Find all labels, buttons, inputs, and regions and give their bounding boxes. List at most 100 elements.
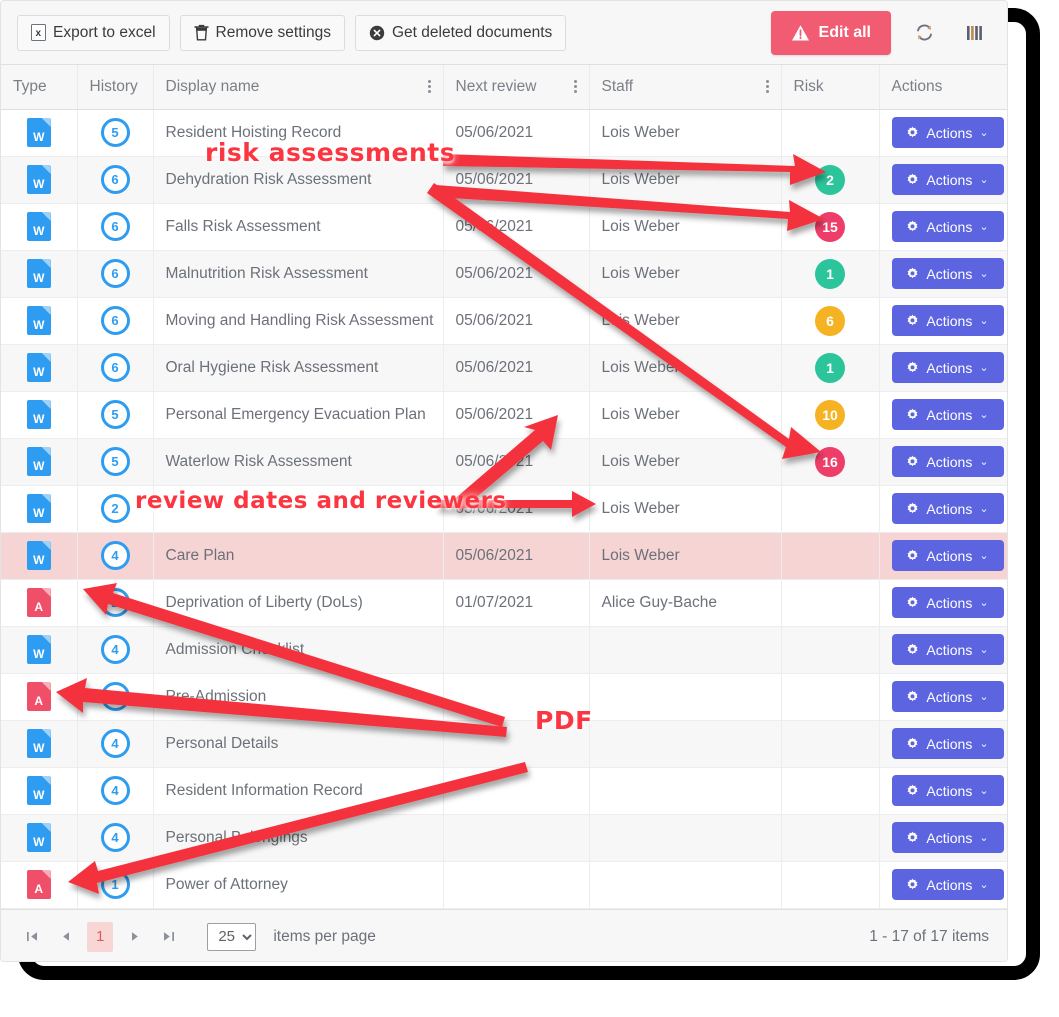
export-to-excel-button[interactable]: x Export to excel <box>17 14 170 51</box>
cell-history: 4 <box>77 814 154 862</box>
history-count-badge[interactable]: 6 <box>100 353 130 382</box>
history-count-badge[interactable]: 4 <box>100 635 130 664</box>
row-actions-button[interactable]: Actions ⌄ <box>891 446 1004 477</box>
last-page-button[interactable] <box>155 924 181 950</box>
table-row[interactable]: W 4 Resident Information Record Actions ⌄ <box>1 767 1007 815</box>
word-file-icon[interactable]: W <box>26 494 51 523</box>
column-header-history[interactable]: History <box>77 65 154 110</box>
row-actions-button[interactable]: Actions ⌄ <box>891 164 1004 195</box>
table-row[interactable]: W 5 Personal Emergency Evacuation Plan 05/0… <box>1 391 1007 439</box>
table-row[interactable]: W 4 Personal Details Actions ⌄ <box>1 720 1007 768</box>
refresh-button[interactable] <box>907 16 941 50</box>
table-row[interactable]: W 2 05/06/2021 Lois Weber Actions ⌄ <box>1 485 1007 533</box>
word-file-icon[interactable]: W <box>26 729 51 758</box>
page-number-1[interactable]: 1 <box>87 921 114 952</box>
cell-type: W <box>1 203 78 251</box>
history-count-badge[interactable]: 6 <box>100 212 130 241</box>
word-file-icon[interactable]: W <box>26 259 51 288</box>
cell-staff: Lois Weber <box>589 156 782 204</box>
pdf-file-icon[interactable]: A <box>26 870 51 899</box>
table-row[interactable]: W 6 Dehydration Risk Assessment 05/06/2021 L… <box>1 156 1007 204</box>
row-actions-label: Actions <box>926 312 973 329</box>
history-count-badge[interactable]: 5 <box>100 400 130 429</box>
history-count-badge[interactable]: 4 <box>100 541 130 570</box>
table-row[interactable]: A 1 Power of Attorney Actions ⌄ <box>1 861 1007 909</box>
table-row[interactable]: W 4 Personal Belongings Actions ⌄ <box>1 814 1007 862</box>
table-row[interactable]: W 4 Care Plan 05/06/2021 Lois Weber Actions ⌄ <box>1 532 1007 580</box>
row-actions-button[interactable]: Actions ⌄ <box>891 634 1004 665</box>
pdf-file-icon[interactable]: A <box>26 588 51 617</box>
word-file-icon[interactable]: W <box>26 400 51 429</box>
remove-settings-button[interactable]: Remove settings <box>179 14 345 51</box>
risk-score-badge: 1 <box>815 352 845 383</box>
grid-pager: 1 25 items per page 1 - 17 of 17 items <box>1 908 1007 961</box>
word-file-icon[interactable]: W <box>26 447 51 476</box>
history-count-badge[interactable]: 4 <box>100 776 130 805</box>
word-file-icon[interactable]: W <box>26 823 51 852</box>
table-row[interactable]: W 5 Resident Hoisting Record 05/06/2021 Lois… <box>1 109 1007 157</box>
history-count-badge[interactable]: 5 <box>100 447 130 476</box>
table-row[interactable]: W 4 Admission Checklist Actions ⌄ <box>1 626 1007 674</box>
row-actions-button[interactable]: Actions ⌄ <box>891 540 1004 571</box>
word-file-icon[interactable]: W <box>26 541 51 570</box>
row-actions-button[interactable]: Actions ⌄ <box>891 258 1004 289</box>
edit-all-button[interactable]: Edit all <box>770 10 891 55</box>
table-row[interactable]: A 1 Pre-Admission Actions ⌄ <box>1 673 1007 721</box>
column-header-type[interactable]: Type <box>1 65 78 110</box>
cell-staff: Lois Weber <box>589 250 782 298</box>
word-file-icon[interactable]: W <box>26 776 51 805</box>
column-chooser-button[interactable] <box>957 16 991 50</box>
row-actions-button[interactable]: Actions ⌄ <box>891 822 1004 853</box>
history-count-badge[interactable]: 5 <box>100 118 130 147</box>
history-count-badge[interactable]: 6 <box>100 306 130 335</box>
column-header-staff[interactable]: Staff <box>589 65 782 110</box>
row-actions-button[interactable]: Actions ⌄ <box>891 681 1004 712</box>
row-actions-button[interactable]: Actions ⌄ <box>891 728 1004 759</box>
column-menu-icon[interactable] <box>765 78 769 95</box>
word-file-icon[interactable]: W <box>26 118 51 147</box>
pdf-file-icon[interactable]: A <box>26 682 51 711</box>
history-count-badge[interactable]: 2 <box>100 588 130 617</box>
row-actions-button[interactable]: Actions ⌄ <box>891 117 1004 148</box>
history-count-badge[interactable]: 2 <box>100 494 130 523</box>
table-row[interactable]: W 6 Oral Hygiene Risk Assessment 05/06/2021… <box>1 344 1007 392</box>
column-header-risk[interactable]: Risk <box>781 65 880 110</box>
word-file-icon[interactable]: W <box>26 635 51 664</box>
table-row[interactable]: W 5 Waterlow Risk Assessment 05/06/2021 Lois… <box>1 438 1007 486</box>
column-menu-icon[interactable] <box>573 78 577 95</box>
table-row[interactable]: A 2 Deprivation of Liberty (DoLs) 01/07/202… <box>1 579 1007 627</box>
history-count-badge[interactable]: 4 <box>100 729 130 758</box>
gear-icon <box>906 173 919 186</box>
row-actions-button[interactable]: Actions ⌄ <box>891 211 1004 242</box>
column-header-next-review[interactable]: Next review <box>443 65 590 110</box>
cell-history: 6 <box>77 250 154 298</box>
history-count-badge[interactable]: 6 <box>100 165 130 194</box>
page-size-select[interactable]: 25 <box>207 922 257 951</box>
word-file-icon[interactable]: W <box>26 306 51 335</box>
row-actions-button[interactable]: Actions ⌄ <box>891 869 1004 900</box>
table-row[interactable]: W 6 Moving and Handling Risk Assessment 05/… <box>1 297 1007 345</box>
first-page-button[interactable] <box>19 924 45 950</box>
word-file-icon[interactable]: W <box>26 353 51 382</box>
row-actions-button[interactable]: Actions ⌄ <box>891 352 1004 383</box>
word-file-icon[interactable]: W <box>26 165 51 194</box>
history-count-badge[interactable]: 1 <box>100 870 130 899</box>
history-count-badge[interactable]: 6 <box>100 259 130 288</box>
table-row[interactable]: W 6 Falls Risk Assessment 05/06/2021 Lois We… <box>1 203 1007 251</box>
row-actions-button[interactable]: Actions ⌄ <box>891 493 1004 524</box>
row-actions-button[interactable]: Actions ⌄ <box>891 587 1004 618</box>
row-actions-button[interactable]: Actions ⌄ <box>891 775 1004 806</box>
next-page-button[interactable] <box>121 924 147 950</box>
row-actions-button[interactable]: Actions ⌄ <box>891 399 1004 430</box>
column-menu-icon[interactable] <box>427 78 431 95</box>
previous-page-button[interactable] <box>53 924 79 950</box>
cell-staff <box>589 861 782 909</box>
cell-display-name: Personal Emergency Evacuation Plan <box>153 391 444 439</box>
word-file-icon[interactable]: W <box>26 212 51 241</box>
history-count-badge[interactable]: 4 <box>100 823 130 852</box>
history-count-badge[interactable]: 1 <box>100 682 130 711</box>
column-header-display-name[interactable]: Display name <box>153 65 444 110</box>
row-actions-button[interactable]: Actions ⌄ <box>891 305 1004 336</box>
table-row[interactable]: W 6 Malnutrition Risk Assessment 05/06/2021… <box>1 250 1007 298</box>
get-deleted-documents-button[interactable]: Get deleted documents <box>354 14 567 51</box>
